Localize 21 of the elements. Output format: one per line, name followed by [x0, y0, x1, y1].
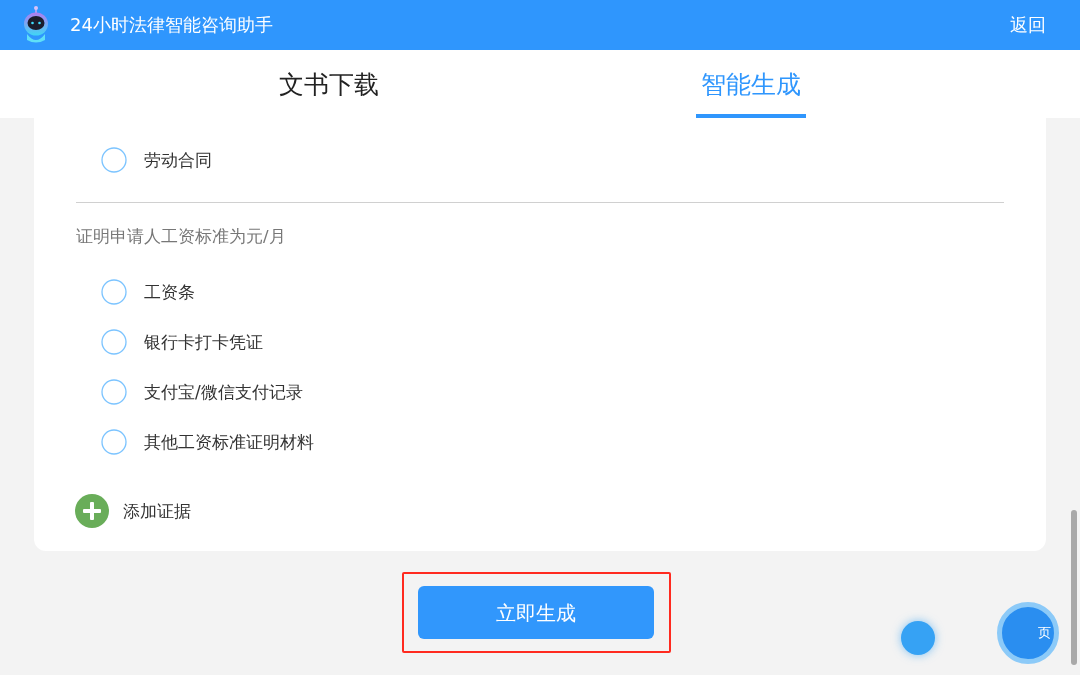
- back-button[interactable]: 返回: [1010, 13, 1046, 37]
- app-title: 24小时法律智能咨询助手: [70, 13, 273, 37]
- tab[interactable]: 文书下载: [274, 50, 384, 118]
- option-label: 工资条: [144, 281, 195, 304]
- generate-button[interactable]: 立即生成: [418, 586, 654, 639]
- section-label: 证明申请人工资标准为元/月: [76, 226, 287, 248]
- option-label: 劳动合同: [144, 149, 212, 172]
- radio-button[interactable]: [101, 279, 127, 305]
- option-label: 银行卡打卡凭证: [144, 331, 263, 354]
- scrollbar[interactable]: [1071, 510, 1077, 665]
- option-label: 其他工资标准证明材料: [144, 431, 314, 454]
- floating-round-button[interactable]: 页: [997, 602, 1059, 664]
- option-label: 支付宝/微信支付记录: [144, 381, 303, 404]
- radio-button[interactable]: [101, 147, 127, 173]
- add-evidence-button[interactable]: 添加证据: [75, 494, 191, 528]
- radio-button[interactable]: [101, 329, 127, 355]
- radio-button[interactable]: [101, 379, 127, 405]
- floating-button[interactable]: [901, 621, 935, 655]
- radio-button[interactable]: [101, 429, 127, 455]
- plus-icon: [75, 494, 109, 528]
- robot-icon: [22, 6, 50, 44]
